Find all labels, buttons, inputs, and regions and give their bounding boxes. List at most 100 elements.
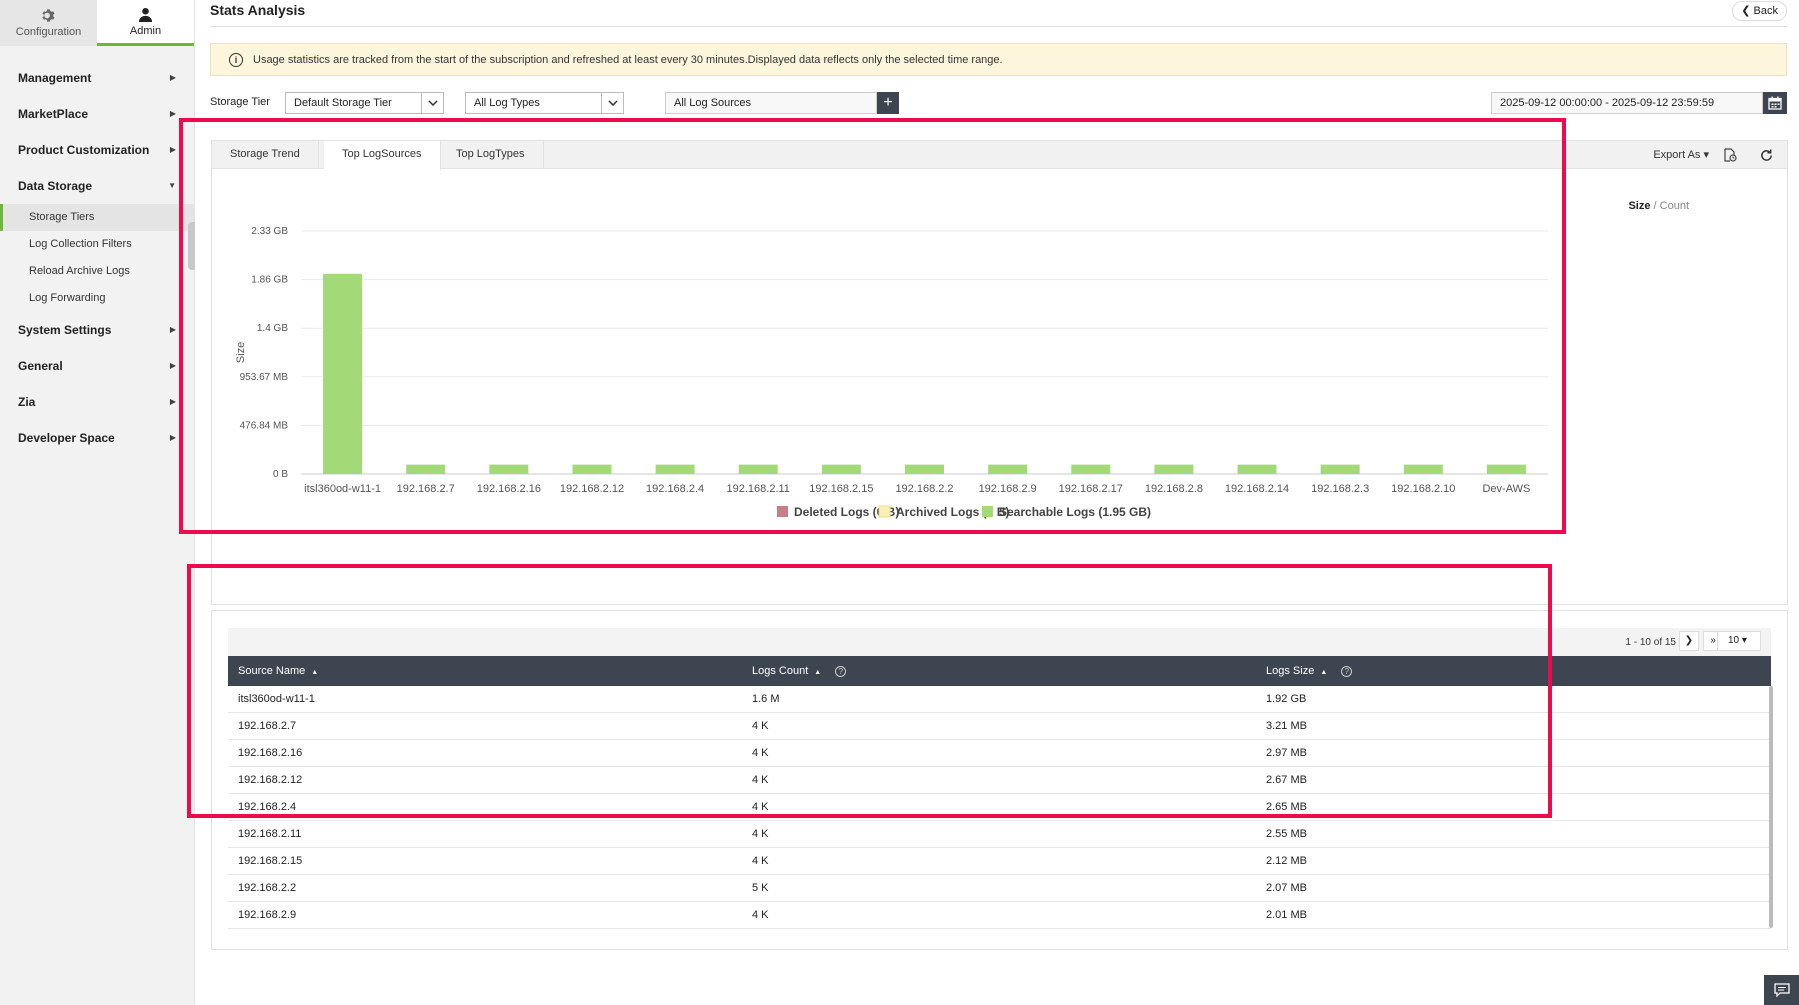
table-row[interactable]: 192.168.2.11 4 K 2.55 MB <box>228 821 1771 848</box>
bar-searchable-logs[interactable] <box>905 464 944 474</box>
table-cell: 192.168.2.16 <box>238 747 303 759</box>
table-row[interactable]: 192.168.2.15 4 K 2.12 MB <box>228 848 1771 875</box>
log-types-select[interactable]: All Log Types <box>465 92 624 114</box>
caret-right-icon: ▶ <box>169 433 176 442</box>
tab-configuration[interactable]: Configuration <box>0 0 97 46</box>
title-divider <box>210 26 1787 27</box>
log-types-value: All Log Types <box>474 97 540 109</box>
caret-right-icon: ▶ <box>169 361 176 370</box>
bar-searchable-logs[interactable] <box>1154 464 1194 474</box>
sidebar-item-zia[interactable]: Zia ▶ <box>0 384 194 420</box>
x-tick-label: itsl360od-w11-1 <box>304 483 381 495</box>
bar-searchable-logs[interactable] <box>1237 464 1277 474</box>
legend-swatch <box>982 506 993 517</box>
table-row[interactable]: itsl360od-w11-1 1.6 M 1.92 GB <box>228 686 1771 713</box>
sidebar-item-data-storage[interactable]: Data Storage ▼ <box>0 168 194 204</box>
storage-tier-value: Default Storage Tier <box>294 97 392 109</box>
column-header-logs-count[interactable]: Logs Count ▲? <box>752 656 847 686</box>
next-page-button[interactable]: ❯ <box>1679 631 1699 651</box>
table-row[interactable]: 192.168.2.12 4 K 2.67 MB <box>228 767 1771 794</box>
double-chevron-right-icon: » <box>1710 635 1716 646</box>
table-cell: 2.12 MB <box>1266 855 1307 867</box>
chat-button[interactable] <box>1764 975 1799 1005</box>
sidebar-tabs: Configuration Admin <box>0 0 194 46</box>
caret-down-icon: ▼ <box>168 181 176 190</box>
back-button-label: Back <box>1753 5 1778 17</box>
sidebar-item-product-customization[interactable]: Product Customization ▶ <box>0 132 194 168</box>
table-row[interactable]: 192.168.2.7 4 K 3.21 MB <box>228 713 1771 740</box>
table-cell: 4 K <box>752 855 769 867</box>
tab-admin[interactable]: Admin <box>97 0 194 46</box>
bar-searchable-logs[interactable] <box>988 464 1028 474</box>
sidebar-item-developer-space[interactable]: Developer Space ▶ <box>0 420 194 456</box>
page-size-select[interactable]: 10 ▾ <box>1717 631 1761 651</box>
date-range-input[interactable]: 2025-09-12 00:00:00 - 2025-09-12 23:59:5… <box>1491 92 1763 114</box>
caret-right-icon: ▶ <box>169 397 176 406</box>
table-cell: 2.07 MB <box>1266 882 1307 894</box>
table-cell: 2.55 MB <box>1266 828 1307 840</box>
x-tick-label: 192.168.2.3 <box>1311 483 1369 495</box>
bar-searchable-logs[interactable] <box>655 464 695 474</box>
sort-ascending-icon: ▲ <box>814 669 822 676</box>
tab-configuration-label: Configuration <box>15 26 82 38</box>
sidebar-item-management[interactable]: Management ▶ <box>0 60 194 96</box>
sidebar-subitem-log-forwarding[interactable]: Log Forwarding <box>0 285 194 312</box>
add-log-source-button[interactable]: + <box>877 92 899 114</box>
table-row[interactable]: 192.168.2.2 5 K 2.07 MB <box>228 875 1771 902</box>
sidebar: Configuration Admin Management ▶ MarketPl… <box>0 0 195 1005</box>
bar-searchable-logs[interactable] <box>1486 464 1526 474</box>
table-scrollbar[interactable] <box>1769 686 1773 928</box>
bar-searchable-logs[interactable] <box>572 464 612 474</box>
help-icon[interactable]: ? <box>835 666 847 677</box>
bar-searchable-logs[interactable] <box>489 464 529 474</box>
pager-range: 1 - 10 of 15 <box>1625 637 1676 648</box>
help-icon[interactable]: ? <box>1341 666 1353 677</box>
x-tick-label: 192.168.2.14 <box>1225 483 1289 495</box>
sidebar-item-label: System Settings <box>18 323 112 337</box>
sidebar-item-general[interactable]: General ▶ <box>0 348 194 384</box>
table-cell: 2.65 MB <box>1266 801 1307 813</box>
sidebar-subitem-log-collection-filters[interactable]: Log Collection Filters <box>0 231 194 258</box>
sidebar-subitem-reload-archive-logs[interactable]: Reload Archive Logs <box>0 258 194 285</box>
sidebar-item-system-settings[interactable]: System Settings ▶ <box>0 312 194 348</box>
table-cell: 192.168.2.11 <box>238 828 302 840</box>
chevron-right-icon: ❯ <box>1684 635 1694 646</box>
table-row[interactable]: 192.168.2.16 4 K 2.97 MB <box>228 740 1771 767</box>
y-tick-label: 1.4 GB <box>257 323 288 334</box>
calendar-icon <box>1768 96 1782 110</box>
bar-searchable-logs[interactable] <box>1071 464 1111 474</box>
notice-text: Usage statistics are tracked from the st… <box>253 53 1003 66</box>
storage-tier-select[interactable]: Default Storage Tier <box>285 92 444 114</box>
sort-ascending-icon: ▲ <box>311 669 319 676</box>
table-cell: 1.92 GB <box>1266 693 1307 705</box>
y-tick-label: 953.67 MB <box>240 372 289 383</box>
sidebar-collapse-handle[interactable] <box>188 222 195 270</box>
x-tick-label: Dev-AWS <box>1482 483 1530 495</box>
x-tick-label: 192.168.2.4 <box>646 483 704 495</box>
legend-item-label[interactable]: Searchable Logs (1.95 GB) <box>999 505 1151 519</box>
filter-bar: Storage Tier Default Storage Tier All Lo… <box>210 91 1787 115</box>
x-tick-label: 192.168.2.15 <box>809 483 873 495</box>
back-button[interactable]: ❮ Back <box>1732 1 1787 21</box>
log-sources-input[interactable]: All Log Sources <box>665 92 877 114</box>
x-tick-label: 192.168.2.17 <box>1059 483 1123 495</box>
column-header-label: Logs Size <box>1266 665 1315 677</box>
sidebar-item-marketplace[interactable]: MarketPlace ▶ <box>0 96 194 132</box>
sidebar-item-label: Developer Space <box>18 431 115 445</box>
table-row[interactable]: 192.168.2.4 4 K 2.65 MB <box>228 794 1771 821</box>
bar-searchable-logs[interactable] <box>1320 464 1360 474</box>
table-cell: 2.97 MB <box>1266 747 1307 759</box>
column-header-logs-size[interactable]: Logs Size ▲? <box>1266 656 1353 686</box>
x-tick-label: 192.168.2.12 <box>560 483 624 495</box>
chart-panel: Storage Trend Top LogSources Top LogType… <box>211 140 1788 605</box>
column-header-source-name[interactable]: Source Name ▲ <box>238 656 318 686</box>
bar-searchable-logs[interactable] <box>821 464 861 474</box>
bar-searchable-logs[interactable] <box>406 464 446 474</box>
sidebar-subitem-storage-tiers[interactable]: Storage Tiers <box>0 204 194 231</box>
bar-searchable-logs[interactable] <box>738 464 778 474</box>
bar-searchable-logs[interactable] <box>1403 464 1443 474</box>
table-row[interactable]: 192.168.2.9 4 K 2.01 MB <box>228 902 1771 929</box>
calendar-button[interactable] <box>1763 92 1787 114</box>
bar-searchable-logs[interactable] <box>323 273 363 474</box>
chevron-left-icon: ❮ <box>1741 5 1751 17</box>
